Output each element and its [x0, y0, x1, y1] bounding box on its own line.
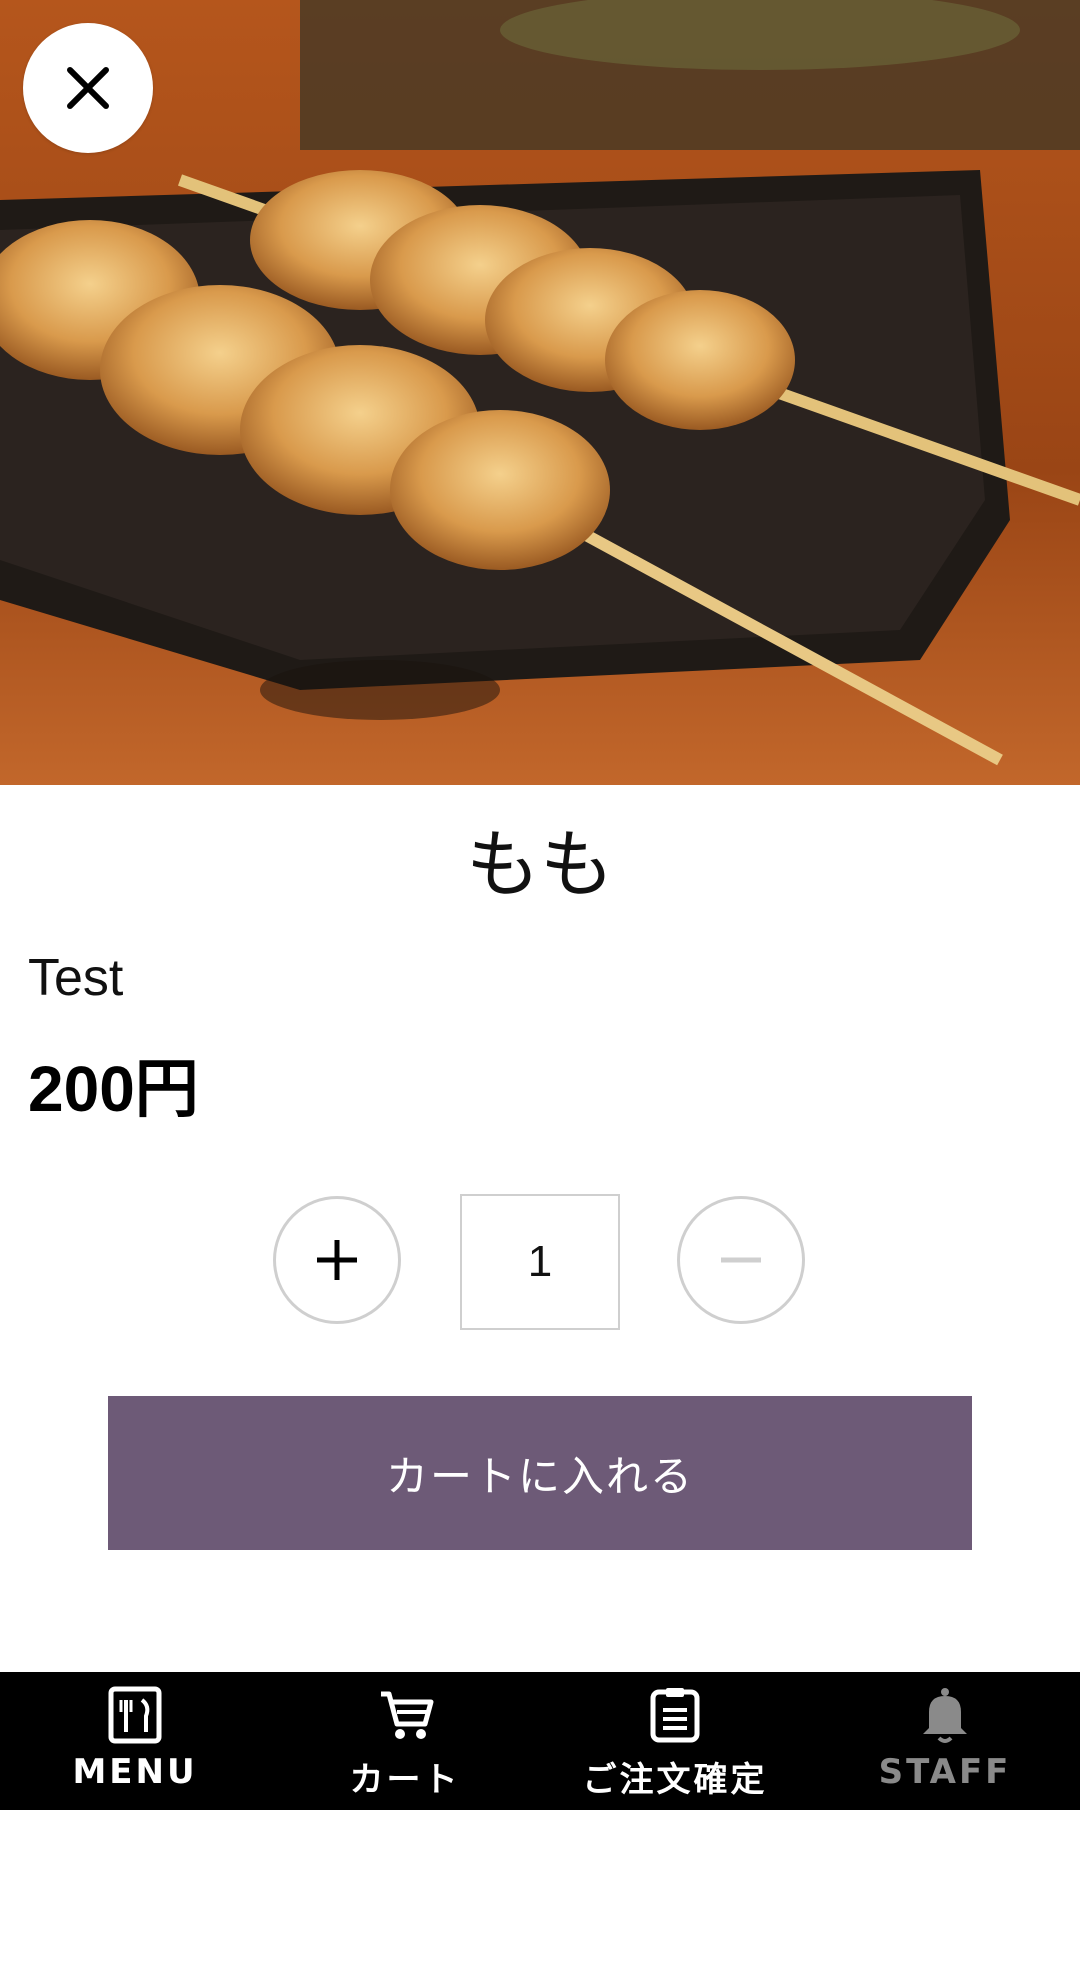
nav-label-cart: カート — [349, 1760, 461, 1800]
nav-item-order-confirm[interactable]: ご注文確定 — [540, 1672, 810, 1810]
product-price: 200円 — [28, 1053, 199, 1125]
product-title: もも — [466, 822, 614, 908]
decrement-button[interactable] — [677, 1196, 805, 1324]
product-image — [0, 0, 1080, 785]
minus-icon — [721, 1257, 761, 1263]
nav-item-menu[interactable]: MENU — [0, 1672, 270, 1810]
add-to-cart-button[interactable]: カートに入れる — [108, 1396, 972, 1550]
close-button[interactable] — [23, 23, 153, 153]
nav-label-menu: MENU — [72, 1752, 198, 1792]
order-confirm-icon — [650, 1688, 700, 1743]
product-description: Test — [28, 949, 124, 1007]
bell-icon — [923, 1688, 967, 1743]
bottom-nav: MENU カート ご注文確定 STAFF — [0, 1672, 1080, 1810]
nav-item-staff[interactable]: STAFF — [810, 1672, 1080, 1810]
plus-icon — [317, 1240, 357, 1280]
cart-icon — [381, 1691, 434, 1739]
close-icon — [67, 67, 109, 109]
quantity-input[interactable]: 1 — [460, 1194, 620, 1330]
menu-icon — [108, 1686, 162, 1744]
nav-item-cart[interactable]: カート — [270, 1672, 540, 1810]
increment-button[interactable] — [273, 1196, 401, 1324]
nav-label-staff: STAFF — [878, 1752, 1012, 1792]
nav-label-order-confirm: ご注文確定 — [582, 1760, 768, 1800]
